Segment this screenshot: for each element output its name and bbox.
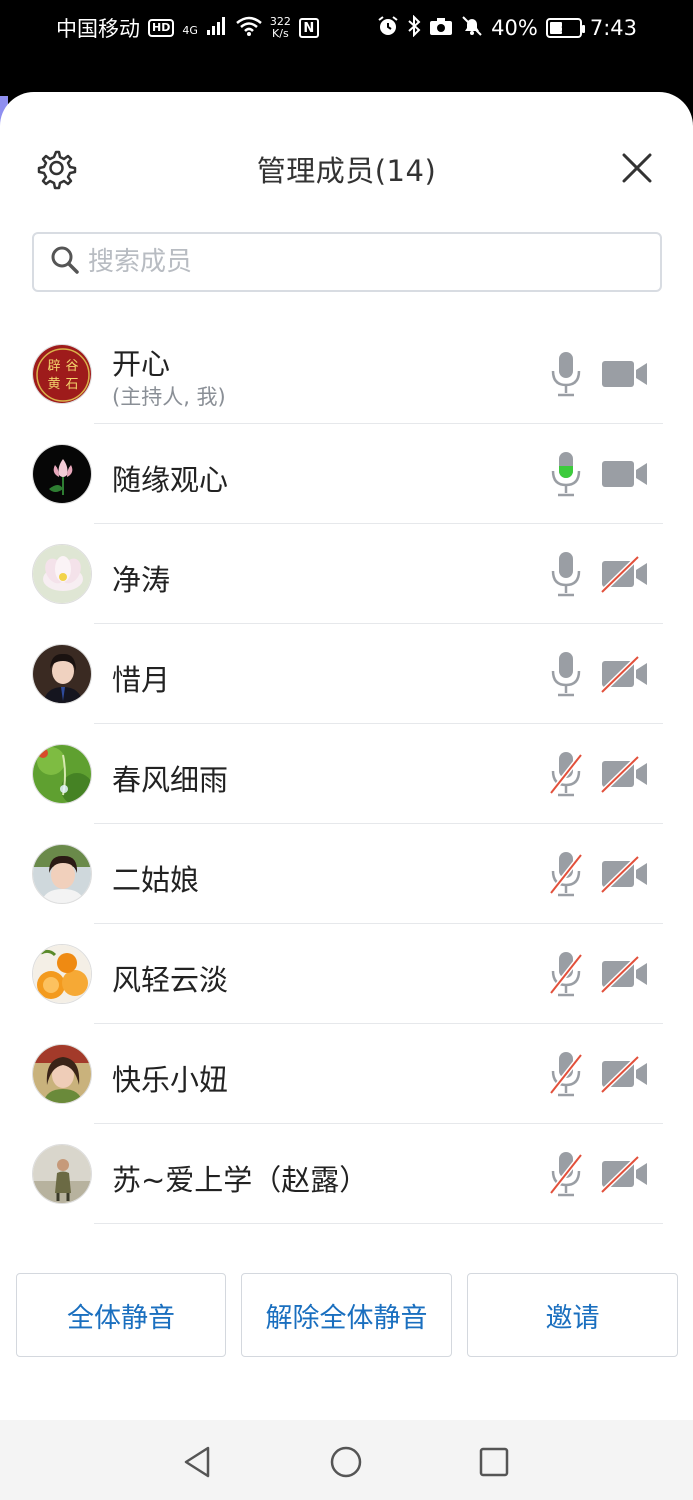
mic-speaking-icon[interactable] bbox=[548, 449, 584, 499]
mute-all-button[interactable]: 全体静音 bbox=[16, 1273, 226, 1357]
mic-off-icon[interactable] bbox=[548, 1149, 584, 1199]
mic-icon[interactable] bbox=[548, 649, 584, 699]
member-row[interactable]: 苏~爱上学（赵露） bbox=[0, 1124, 693, 1224]
net-speed: 322 K/s bbox=[270, 16, 291, 40]
camera-off-icon[interactable] bbox=[600, 1154, 650, 1194]
avatar bbox=[32, 1144, 92, 1204]
member-name: 苏~爱上学（赵露） bbox=[112, 1163, 369, 1197]
member-name: 开心 bbox=[112, 347, 171, 381]
avatar bbox=[32, 844, 92, 904]
avatar bbox=[32, 1044, 92, 1104]
divider bbox=[94, 1223, 663, 1224]
member-row[interactable]: 惜月 bbox=[0, 624, 693, 724]
member-row[interactable]: 辟 谷 黄 石 开心 (主持人, 我) bbox=[0, 324, 693, 424]
search-icon bbox=[50, 245, 80, 279]
mic-off-icon[interactable] bbox=[548, 1049, 584, 1099]
status-bar: 中国移动 HD 4G 322 K/s N 40% ⚡ 7:43 bbox=[0, 0, 693, 56]
avatar-char: 辟 bbox=[47, 359, 60, 374]
camera-icon[interactable] bbox=[600, 354, 650, 394]
wifi-icon bbox=[236, 16, 262, 41]
mic-off-icon[interactable] bbox=[548, 949, 584, 999]
avatar: 辟 谷 黄 石 bbox=[32, 344, 92, 404]
page-title: 管理成员(14) bbox=[256, 154, 437, 188]
manage-members-sheet: 管理成员(14) 辟 谷 黄 石 开心 (主持人, 我) bbox=[0, 92, 693, 1500]
charging-icon: ⚡ bbox=[559, 21, 569, 35]
mute-bell-icon bbox=[461, 15, 483, 42]
camera-off-icon[interactable] bbox=[600, 754, 650, 794]
network-type: 4G bbox=[182, 24, 198, 37]
member-name: 净涛 bbox=[112, 563, 171, 597]
avatar bbox=[32, 444, 92, 504]
alarm-icon bbox=[377, 15, 399, 42]
member-name: 二姑娘 bbox=[112, 863, 200, 897]
avatar-char: 谷 bbox=[65, 359, 78, 374]
member-row[interactable]: 净涛 bbox=[0, 524, 693, 624]
clock: 7:43 bbox=[589, 16, 637, 40]
search-box[interactable] bbox=[32, 232, 662, 292]
member-row[interactable]: 春风细雨 bbox=[0, 724, 693, 824]
back-icon[interactable] bbox=[180, 1444, 216, 1480]
status-right: 40% ⚡ 7:43 bbox=[377, 14, 637, 42]
close-icon[interactable] bbox=[617, 148, 657, 188]
avatar bbox=[32, 944, 92, 1004]
unmute-all-button[interactable]: 解除全体静音 bbox=[241, 1273, 452, 1357]
camera-off-icon[interactable] bbox=[600, 954, 650, 994]
search-input[interactable] bbox=[88, 247, 628, 277]
member-row[interactable]: 二姑娘 bbox=[0, 824, 693, 924]
action-bar: 全体静音 解除全体静音 邀请 bbox=[0, 1273, 693, 1359]
camera-off-icon[interactable] bbox=[600, 554, 650, 594]
member-name: 惜月 bbox=[112, 663, 171, 697]
camera-off-icon[interactable] bbox=[600, 1054, 650, 1094]
status-left: 中国移动 HD 4G 322 K/s N bbox=[56, 13, 319, 43]
signal-icon bbox=[206, 16, 228, 41]
hd-badge: HD bbox=[148, 19, 175, 37]
member-row[interactable]: 快乐小妞 bbox=[0, 1024, 693, 1124]
member-role: (主持人, 我) bbox=[112, 385, 226, 409]
mic-off-icon[interactable] bbox=[548, 849, 584, 899]
mic-off-icon[interactable] bbox=[548, 749, 584, 799]
avatar bbox=[32, 744, 92, 804]
nfc-icon: N bbox=[298, 18, 319, 38]
avatar bbox=[32, 544, 92, 604]
battery-percent: 40% bbox=[491, 16, 538, 40]
carrier-label: 中国移动 bbox=[56, 17, 140, 41]
bluetooth-icon bbox=[407, 14, 421, 42]
member-name: 随缘观心 bbox=[112, 463, 229, 497]
camera-icon[interactable] bbox=[600, 454, 650, 494]
mic-icon[interactable] bbox=[548, 549, 584, 599]
battery-icon: ⚡ bbox=[545, 18, 585, 38]
camera-off-icon[interactable] bbox=[600, 654, 650, 694]
avatar-char: 黄 bbox=[47, 377, 60, 392]
member-row[interactable]: 风轻云淡 bbox=[0, 924, 693, 1024]
member-list: 辟 谷 黄 石 开心 (主持人, 我) 随缘观心 净涛 惜月 春风细雨 二姑娘 … bbox=[0, 324, 693, 1224]
system-nav-bar bbox=[0, 1420, 693, 1500]
camera-status-icon bbox=[429, 16, 453, 41]
member-name: 风轻云淡 bbox=[112, 963, 229, 997]
sheet-header: 管理成员(14) bbox=[0, 132, 693, 202]
net-speed-unit: K/s bbox=[272, 27, 289, 40]
avatar bbox=[32, 644, 92, 704]
mic-icon[interactable] bbox=[548, 349, 584, 399]
member-name: 快乐小妞 bbox=[112, 1063, 229, 1097]
avatar-char: 石 bbox=[65, 377, 78, 392]
camera-off-icon[interactable] bbox=[600, 854, 650, 894]
recents-icon[interactable] bbox=[476, 1444, 512, 1480]
member-row[interactable]: 随缘观心 bbox=[0, 424, 693, 524]
member-name: 春风细雨 bbox=[112, 763, 229, 797]
home-icon[interactable] bbox=[328, 1444, 364, 1480]
invite-button[interactable]: 邀请 bbox=[467, 1273, 678, 1357]
